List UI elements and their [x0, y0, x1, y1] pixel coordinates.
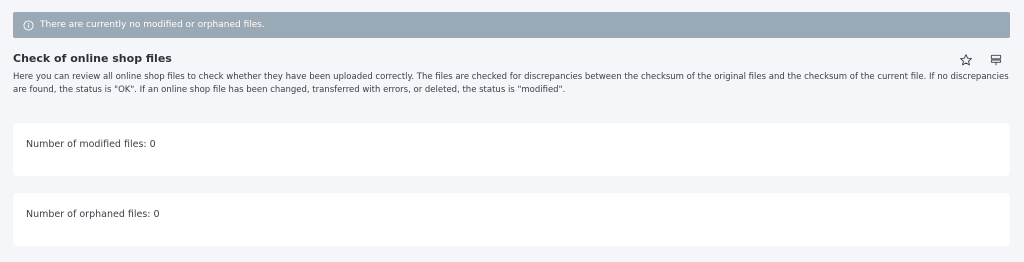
- page-description: Here you can review all online shop file…: [13, 72, 1009, 95]
- page-header: Check of online shop files: [13, 51, 1010, 67]
- star-icon[interactable]: [958, 52, 974, 68]
- orphaned-files-count: Number of orphaned files: 0: [26, 209, 160, 220]
- modified-files-card: Number of modified files: 0: [13, 123, 1010, 176]
- alert-message: There are currently no modified or orpha…: [40, 20, 265, 30]
- orphaned-files-card: Number of orphaned files: 0: [13, 193, 1010, 246]
- page-title: Check of online shop files: [13, 52, 172, 65]
- layout-icon[interactable]: [988, 52, 1004, 68]
- page: There are currently no modified or orpha…: [0, 0, 1024, 262]
- modified-files-count: Number of modified files: 0: [26, 139, 156, 150]
- info-alert: There are currently no modified or orpha…: [13, 12, 1010, 38]
- info-icon: [23, 19, 34, 31]
- header-actions: [958, 52, 1004, 68]
